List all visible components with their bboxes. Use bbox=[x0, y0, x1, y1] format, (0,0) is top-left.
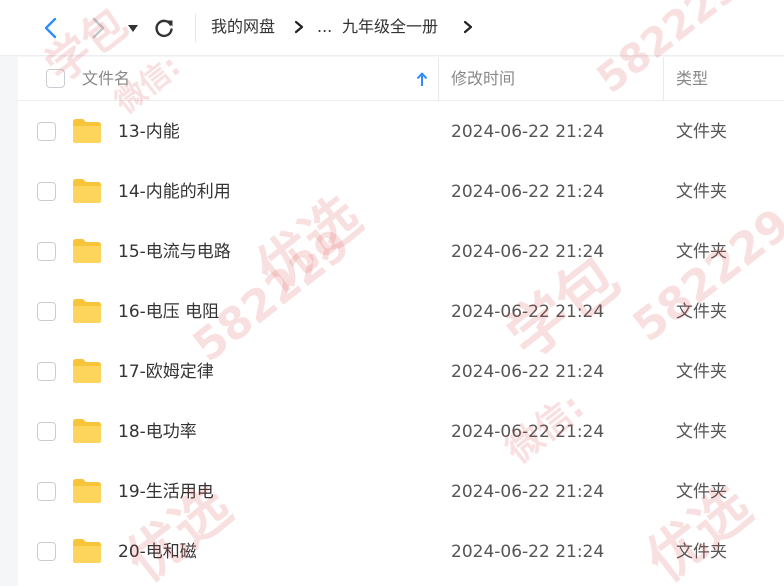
file-type: 文件夹 bbox=[676, 422, 727, 442]
file-list: 文件名 修改时间 类型 13-内能 2024-06-22 21:24 文件夹 14-内… bbox=[18, 57, 784, 586]
breadcrumb-separator-icon bbox=[463, 20, 473, 34]
table-row[interactable]: 16-电压 电阻 2024-06-22 21:24 文件夹 bbox=[18, 282, 784, 342]
modified-time: 2024-06-22 21:24 bbox=[451, 182, 605, 202]
file-name[interactable]: 20-电和磁 bbox=[118, 522, 197, 582]
file-name[interactable]: 19-生活用电 bbox=[118, 462, 214, 522]
column-header-modified[interactable]: 修改时间 bbox=[451, 57, 515, 101]
file-type: 文件夹 bbox=[676, 362, 727, 382]
breadcrumb-root[interactable]: 我的网盘 bbox=[211, 15, 275, 39]
file-name[interactable]: 18-电功率 bbox=[118, 402, 197, 462]
column-resize-handle[interactable] bbox=[663, 57, 664, 101]
caret-down-icon bbox=[128, 25, 138, 32]
column-header-type[interactable]: 类型 bbox=[676, 57, 708, 101]
table-row[interactable]: 15-电流与电路 2024-06-22 21:24 文件夹 bbox=[18, 222, 784, 282]
row-checkbox[interactable] bbox=[37, 362, 56, 381]
row-checkbox[interactable] bbox=[37, 482, 56, 501]
file-type: 文件夹 bbox=[676, 302, 727, 322]
file-type: 文件夹 bbox=[676, 182, 727, 202]
refresh-icon bbox=[155, 19, 173, 38]
table-row[interactable]: 20-电和磁 2024-06-22 21:24 文件夹 bbox=[18, 522, 784, 582]
forward-button[interactable] bbox=[84, 14, 112, 42]
file-type: 文件夹 bbox=[676, 482, 727, 502]
sort-up-arrow-icon[interactable] bbox=[416, 71, 428, 87]
table-row[interactable]: 18-电功率 2024-06-22 21:24 文件夹 bbox=[18, 402, 784, 462]
breadcrumb-ellipsis[interactable]: ... bbox=[317, 15, 332, 39]
folder-icon bbox=[73, 539, 101, 563]
folder-icon bbox=[73, 359, 101, 383]
modified-time: 2024-06-22 21:24 bbox=[451, 542, 605, 562]
modified-time: 2024-06-22 21:24 bbox=[451, 482, 605, 502]
file-name[interactable]: 15-电流与电路 bbox=[118, 222, 231, 282]
table-row[interactable]: 13-内能 2024-06-22 21:24 文件夹 bbox=[18, 102, 784, 162]
row-checkbox[interactable] bbox=[37, 542, 56, 561]
file-type: 文件夹 bbox=[676, 542, 727, 562]
chevron-left-icon bbox=[44, 17, 57, 39]
modified-time: 2024-06-22 21:24 bbox=[451, 122, 605, 142]
history-dropdown-button[interactable] bbox=[119, 14, 147, 42]
column-resize-handle[interactable] bbox=[438, 57, 439, 101]
file-name[interactable]: 16-电压 电阻 bbox=[118, 282, 219, 342]
row-checkbox[interactable] bbox=[37, 182, 56, 201]
select-all-checkbox[interactable] bbox=[46, 69, 65, 88]
row-checkbox[interactable] bbox=[37, 122, 56, 141]
toolbar: 我的网盘 ... 九年级全一册 bbox=[0, 0, 784, 56]
breadcrumb-separator-icon bbox=[294, 20, 304, 34]
table-header: 文件名 修改时间 类型 bbox=[18, 57, 784, 101]
row-checkbox[interactable] bbox=[37, 302, 56, 321]
toolbar-divider bbox=[195, 14, 196, 42]
row-checkbox[interactable] bbox=[37, 242, 56, 261]
row-checkbox[interactable] bbox=[37, 422, 56, 441]
file-name[interactable]: 13-内能 bbox=[118, 102, 180, 162]
file-name[interactable]: 14-内能的利用 bbox=[118, 162, 231, 222]
folder-icon bbox=[73, 419, 101, 443]
table-row[interactable]: 19-生活用电 2024-06-22 21:24 文件夹 bbox=[18, 462, 784, 522]
folder-icon bbox=[73, 179, 101, 203]
table-row[interactable]: 14-内能的利用 2024-06-22 21:24 文件夹 bbox=[18, 162, 784, 222]
back-button[interactable] bbox=[37, 14, 65, 42]
file-type: 文件夹 bbox=[676, 242, 727, 262]
modified-time: 2024-06-22 21:24 bbox=[451, 422, 605, 442]
folder-icon bbox=[73, 299, 101, 323]
folder-icon bbox=[73, 479, 101, 503]
breadcrumb-current[interactable]: 九年级全一册 bbox=[342, 15, 438, 39]
chevron-right-icon bbox=[92, 17, 105, 39]
modified-time: 2024-06-22 21:24 bbox=[451, 242, 605, 262]
table-row[interactable]: 17-欧姆定律 2024-06-22 21:24 文件夹 bbox=[18, 342, 784, 402]
column-header-name[interactable]: 文件名 bbox=[82, 57, 130, 101]
refresh-button[interactable] bbox=[150, 14, 178, 42]
modified-time: 2024-06-22 21:24 bbox=[451, 302, 605, 322]
folder-icon bbox=[73, 119, 101, 143]
file-type: 文件夹 bbox=[676, 122, 727, 142]
file-name[interactable]: 17-欧姆定律 bbox=[118, 342, 214, 402]
folder-icon bbox=[73, 239, 101, 263]
modified-time: 2024-06-22 21:24 bbox=[451, 362, 605, 382]
